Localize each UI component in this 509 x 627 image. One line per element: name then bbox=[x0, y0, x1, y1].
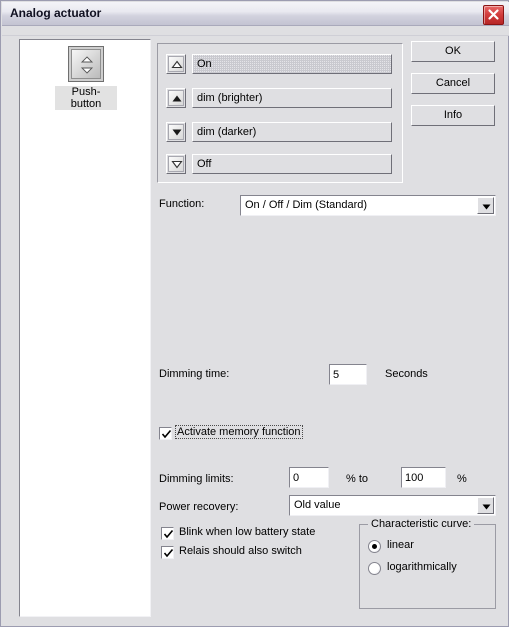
blink-low-battery-label: Blink when low battery state bbox=[179, 526, 316, 538]
power-recovery-label: Power recovery: bbox=[159, 501, 239, 513]
checkmark-icon bbox=[161, 527, 174, 540]
rocker-value-1[interactable]: dim (brighter) bbox=[192, 88, 392, 108]
function-select[interactable]: On / Off / Dim (Standard) bbox=[240, 195, 496, 216]
radio-logarithmically-label: logarithmically bbox=[387, 561, 457, 573]
chevron-up-filled-icon[interactable] bbox=[166, 88, 186, 108]
rocker-value-0[interactable]: On bbox=[192, 54, 392, 74]
rocker-value-3[interactable]: Off bbox=[192, 154, 392, 174]
window-title: Analog actuator bbox=[10, 6, 102, 20]
chevron-down-icon[interactable] bbox=[477, 197, 494, 214]
title-underbar bbox=[2, 26, 509, 36]
dimming-time-input[interactable] bbox=[329, 364, 367, 385]
characteristic-curve-group: Characteristic curve: linear logarithmic… bbox=[359, 518, 496, 609]
dimming-limits-label: Dimming limits: bbox=[159, 473, 234, 485]
activate-memory-label: Activate memory function bbox=[175, 425, 303, 439]
radio-unselected-icon bbox=[368, 562, 381, 575]
relais-switch-label: Relais should also switch bbox=[179, 545, 302, 557]
close-button[interactable] bbox=[483, 5, 504, 25]
analog-actuator-dialog: Analog actuator Push-button On dim (brig… bbox=[0, 0, 509, 627]
dimming-limits-end-unit: % bbox=[457, 473, 467, 485]
function-value: On / Off / Dim (Standard) bbox=[245, 199, 368, 211]
dimming-limit-max-input[interactable] bbox=[401, 467, 446, 488]
chevron-down-icon[interactable] bbox=[477, 497, 494, 514]
ok-button[interactable]: OK bbox=[411, 41, 495, 62]
checkmark-icon bbox=[159, 427, 172, 440]
rocker-value-2[interactable]: dim (darker) bbox=[192, 122, 392, 142]
dimming-limits-mid-unit: % to bbox=[346, 473, 369, 485]
dimming-limit-min-input[interactable] bbox=[289, 467, 329, 488]
info-button[interactable]: Info bbox=[411, 105, 495, 126]
radio-linear-label: linear bbox=[387, 539, 414, 551]
dimming-time-label: Dimming time: bbox=[159, 368, 230, 380]
rocker-switch-icon bbox=[68, 46, 104, 82]
rocker-function-group: On dim (brighter) dim (darker) Off bbox=[157, 43, 403, 183]
chevron-down-outline-icon[interactable] bbox=[166, 154, 186, 174]
function-label: Function: bbox=[159, 198, 205, 210]
power-recovery-value: Old value bbox=[294, 499, 341, 511]
dimming-time-unit: Seconds bbox=[385, 368, 428, 380]
chevron-down-filled-icon[interactable] bbox=[166, 122, 186, 142]
chevron-up-outline-icon[interactable] bbox=[166, 54, 186, 74]
device-list-panel[interactable]: Push-button bbox=[19, 39, 151, 617]
characteristic-curve-legend: Characteristic curve: bbox=[368, 518, 475, 530]
power-recovery-select[interactable]: Old value bbox=[289, 495, 496, 516]
device-item-label: Push-button bbox=[55, 86, 117, 110]
cancel-button[interactable]: Cancel bbox=[411, 73, 495, 94]
title-bar: Analog actuator bbox=[2, 2, 509, 26]
checkmark-icon bbox=[161, 546, 174, 559]
radio-selected-icon bbox=[368, 540, 381, 553]
device-item-push-button[interactable]: Push-button bbox=[55, 46, 117, 110]
